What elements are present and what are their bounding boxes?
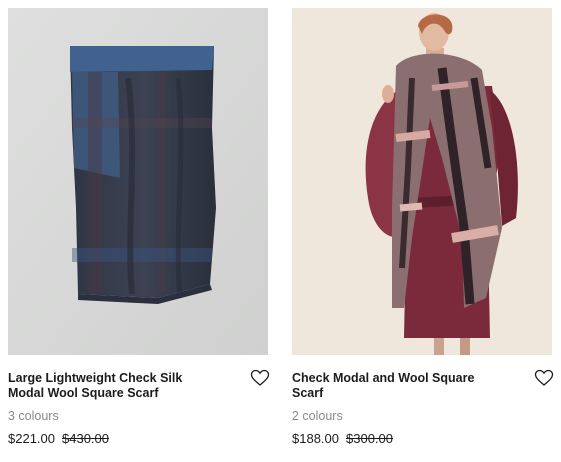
original-price: $430.00: [62, 431, 109, 446]
colour-count[interactable]: 2 colours: [292, 409, 343, 423]
current-price: $221.00: [8, 431, 55, 446]
product-title[interactable]: Large Lightweight Check Silk Modal Wool …: [8, 371, 218, 401]
colour-count[interactable]: 3 colours: [8, 409, 59, 423]
product-image[interactable]: [8, 8, 268, 355]
price: $221.00 $430.00: [8, 431, 109, 446]
product-image[interactable]: [292, 8, 552, 355]
original-price: $300.00: [346, 431, 393, 446]
heart-outline-icon[interactable]: [250, 369, 270, 387]
price: $188.00 $300.00: [292, 431, 393, 446]
heart-outline-icon[interactable]: [534, 369, 554, 387]
current-price: $188.00: [292, 431, 339, 446]
product-title[interactable]: Check Modal and Wool Square Scarf: [292, 371, 502, 401]
